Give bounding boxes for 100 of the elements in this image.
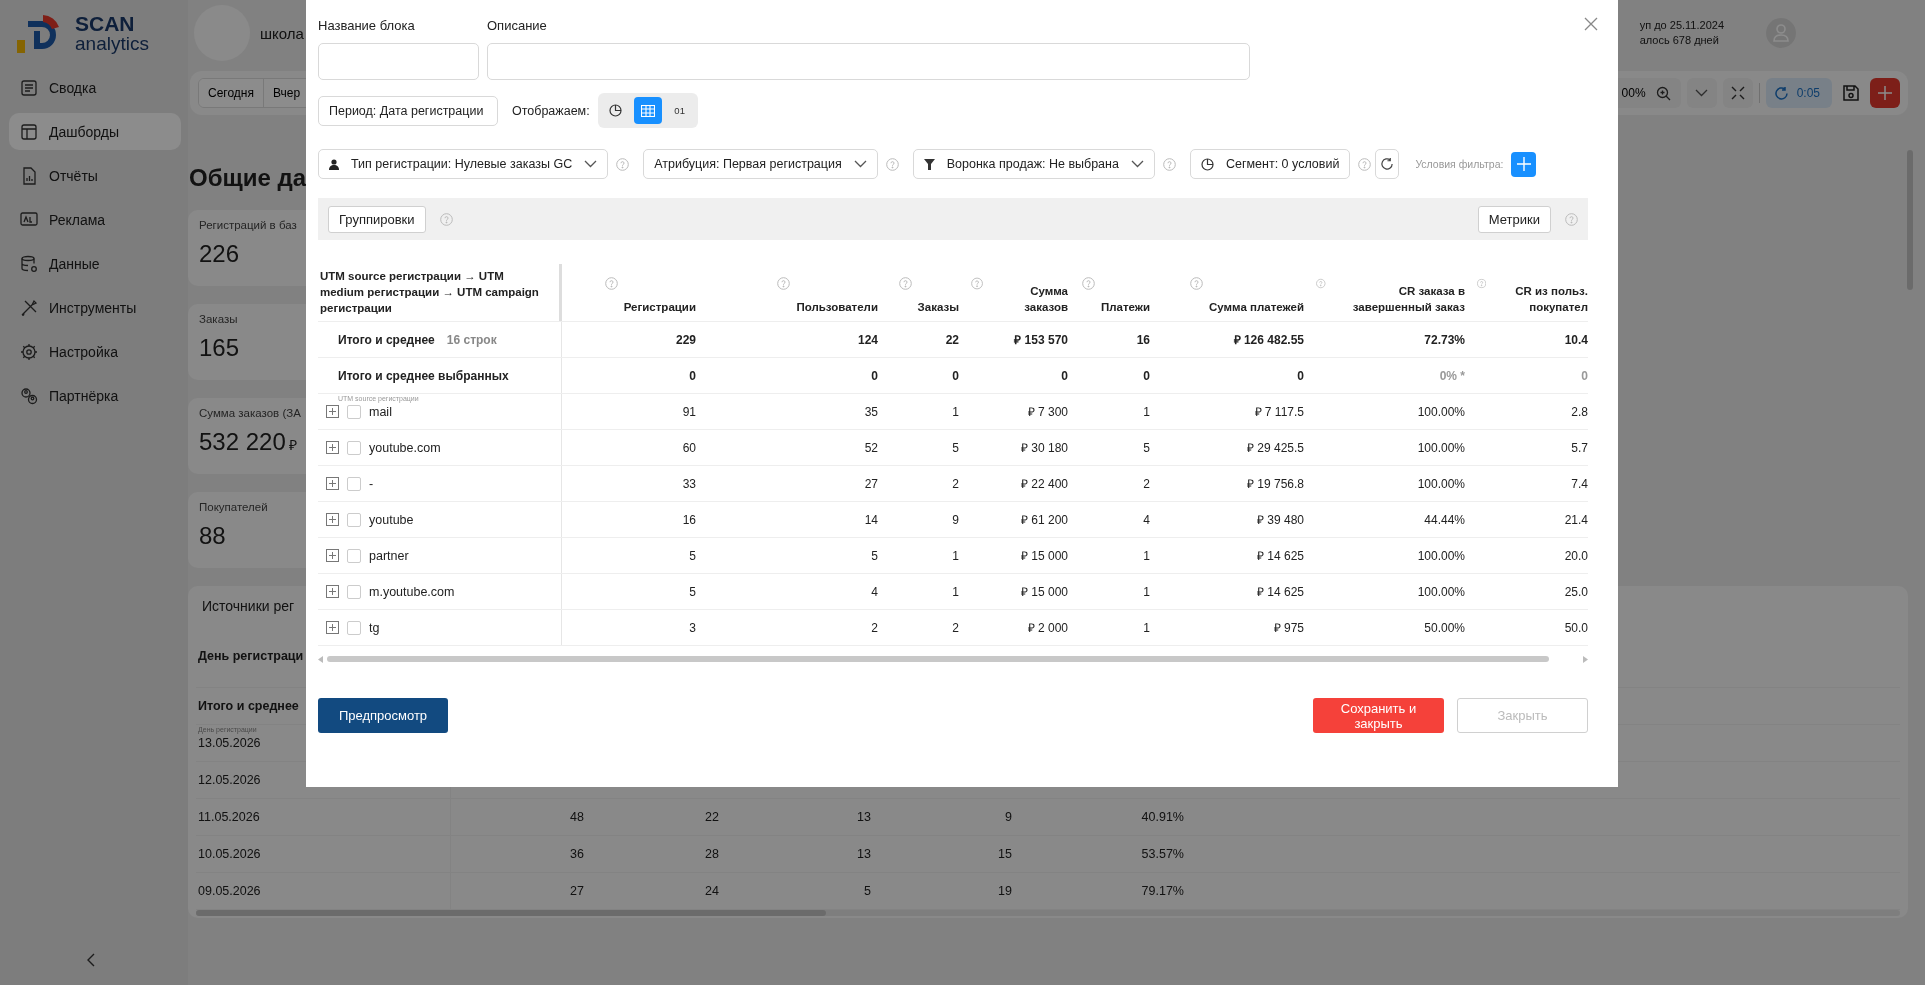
help-icon[interactable]: [1190, 277, 1203, 290]
table-cell-text: 5: [688, 547, 697, 565]
period-dropdown[interactable]: Период: Дата регистрации: [318, 95, 498, 126]
scrollbar[interactable]: [196, 910, 1900, 916]
filter-dropdown[interactable]: Тип регистрации: Нулевые заказы GC: [318, 149, 609, 179]
number-view-button[interactable]: 01: [665, 97, 694, 124]
table-cell-text: 16: [681, 511, 697, 529]
table-cell-text: 5: [688, 583, 697, 601]
sidebar-item[interactable]: Сводка: [9, 69, 181, 106]
column-header[interactable]: CR заказа в завершенный заказ: [1331, 283, 1465, 315]
table-cell-text: 60: [681, 439, 697, 457]
column-header[interactable]: Сумма заказов: [989, 283, 1068, 315]
workspace-name: школа: [260, 24, 304, 42]
total-label: Итого и среднее: [338, 332, 435, 347]
table-cell-text: 40.91%: [1140, 810, 1185, 824]
expand-icon[interactable]: [326, 585, 339, 598]
table-cell: Итого и среднее: [198, 699, 299, 713]
filter-dropdown[interactable]: Сегмент: 0 условий: [1189, 149, 1351, 179]
table-cell: 12.05.2026: [198, 773, 261, 787]
table-cell-text: 100.00%: [1416, 547, 1466, 565]
filter-dropdown[interactable]: Атрибуция: Первая регистрация: [643, 149, 878, 179]
table-cell-text: 0: [1580, 367, 1588, 385]
help-icon[interactable]: [971, 277, 984, 290]
help-icon[interactable]: [604, 277, 618, 290]
help-icon[interactable]: [616, 157, 630, 171]
help-icon[interactable]: [885, 157, 899, 171]
table-cell-text: 1: [951, 547, 960, 565]
kpi-label: Сумма заказов (ЗА: [199, 407, 301, 419]
column-header[interactable]: Заказы: [917, 299, 959, 315]
preview-button[interactable]: Предпросмотр: [318, 698, 448, 733]
pie-chart-icon: [609, 104, 623, 117]
save-icon: [1842, 84, 1860, 102]
table-cell-text: 13: [856, 810, 872, 824]
sidebar-item[interactable]: Настройка: [9, 333, 181, 370]
help-icon[interactable]: [439, 212, 453, 226]
metrics-button[interactable]: Метрики: [1477, 205, 1551, 233]
refresh-button[interactable]: [1375, 149, 1400, 179]
table-cell-text: 7.4: [1570, 475, 1588, 493]
chevron-down-icon: [1130, 160, 1144, 168]
expand-icon[interactable]: [326, 477, 339, 490]
expand-icon[interactable]: [326, 621, 339, 634]
table-cell-text: 79.17%: [1140, 884, 1185, 898]
chevron-left-icon[interactable]: [85, 953, 97, 967]
sidebar-item[interactable]: Инструменты: [9, 289, 181, 326]
table-cell-text: 100.00%: [1416, 403, 1466, 421]
row-checkbox[interactable]: [347, 404, 361, 419]
column-header[interactable]: Регистрации: [623, 299, 696, 315]
groupings-button[interactable]: Группировки: [328, 205, 426, 233]
help-icon[interactable]: [1162, 157, 1176, 171]
table-cell-text: ₽ 39 480: [1255, 512, 1305, 529]
help-icon[interactable]: [1565, 212, 1578, 226]
help-icon[interactable]: [898, 277, 912, 290]
period-button[interactable]: Сегодня: [199, 79, 264, 107]
sidebar-item[interactable]: Данные: [9, 245, 181, 282]
refresh-icon: [1773, 85, 1789, 101]
column-header[interactable]: CR из польз. покупател: [1492, 283, 1588, 315]
help-icon[interactable]: [1081, 277, 1095, 290]
column-header[interactable]: Сумма платежей: [1209, 299, 1304, 315]
sidebar-item[interactable]: Отчёты: [9, 157, 181, 194]
column-header[interactable]: Пользователи: [796, 299, 878, 315]
expand-icon[interactable]: [326, 441, 339, 454]
help-icon[interactable]: [1358, 157, 1372, 171]
list-icon: [19, 77, 39, 98]
expand-icon[interactable]: [326, 549, 339, 562]
table-cell-text: 24: [704, 884, 720, 898]
row-checkbox[interactable]: [347, 548, 361, 563]
arrow-left-icon[interactable]: [318, 655, 323, 663]
table-cell-text: 2: [870, 619, 879, 637]
row-checkbox[interactable]: [347, 584, 361, 599]
table-cell-text: 28: [704, 847, 720, 861]
column-header[interactable]: Платежи: [1100, 299, 1150, 315]
row-checkbox[interactable]: [347, 476, 361, 491]
filter-dropdown[interactable]: Воронка продаж: Не выбрана: [912, 149, 1155, 179]
row-checkbox[interactable]: [347, 512, 361, 527]
table-cell-text: 3: [688, 619, 697, 637]
help-icon[interactable]: [1316, 277, 1326, 290]
help-icon[interactable]: [1477, 277, 1487, 290]
add-button[interactable]: [1870, 78, 1900, 108]
row-checkbox[interactable]: [347, 620, 361, 635]
save-button[interactable]: Сохранить и закрыть: [1313, 698, 1444, 733]
arrow-right-icon[interactable]: [1583, 655, 1588, 663]
add-filter-button[interactable]: [1511, 151, 1537, 177]
input-field[interactable]: [487, 43, 1250, 80]
help-icon[interactable]: [777, 277, 791, 290]
input-field[interactable]: [318, 43, 479, 80]
table-cell-text: 52: [863, 439, 879, 457]
table-cell-text: ₽ 61 200: [1019, 512, 1069, 529]
fullscreen-button[interactable]: [1722, 78, 1753, 108]
sidebar-item[interactable]: Реклама: [9, 201, 181, 238]
sidebar-item[interactable]: Дашборды: [9, 113, 181, 150]
row-checkbox[interactable]: [347, 440, 361, 455]
sidebar-item[interactable]: Партнёрка: [9, 377, 181, 414]
expand-icon[interactable]: [326, 405, 339, 418]
table-cell-text: 1: [1142, 583, 1151, 601]
expand-icon[interactable]: [326, 513, 339, 526]
table-cell-text: 35: [863, 403, 879, 421]
dropdown-button[interactable]: [1686, 78, 1717, 108]
table-cell-text: 0: [870, 367, 879, 385]
field-label: Описание: [487, 17, 548, 35]
scrollbar[interactable]: [318, 654, 1588, 664]
